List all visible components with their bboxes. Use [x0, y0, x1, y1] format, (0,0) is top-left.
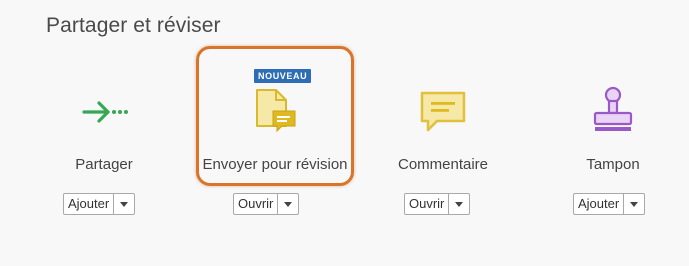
- commentaire-open-button[interactable]: Ouvrir: [405, 194, 450, 214]
- tool-label-tampon: Tampon: [586, 156, 640, 173]
- new-badge: NOUVEAU: [254, 69, 312, 83]
- chevron-down-icon: [455, 201, 464, 207]
- envoyer-dropdown-button[interactable]: [278, 194, 298, 214]
- chevron-down-icon: [120, 201, 129, 207]
- commentaire-split-button: Ouvrir: [404, 193, 471, 215]
- envoyer-split-button: Ouvrir: [233, 193, 300, 215]
- tool-label-commentaire: Commentaire: [397, 156, 489, 173]
- envoyer-open-button[interactable]: Ouvrir: [234, 194, 279, 214]
- commentaire-dropdown-button[interactable]: [449, 194, 469, 214]
- comment-icon: [413, 86, 473, 138]
- partager-split-button: Ajouter: [63, 193, 136, 215]
- tampon-split-button: Ajouter: [573, 193, 646, 215]
- chevron-down-icon: [630, 201, 639, 207]
- tampon-add-button[interactable]: Ajouter: [574, 194, 625, 214]
- tool-label-partager: Partager: [75, 156, 133, 173]
- tampon-dropdown-button[interactable]: [624, 194, 644, 214]
- share-arrow-icon: [74, 86, 134, 138]
- partager-add-button[interactable]: Ajouter: [64, 194, 115, 214]
- tool-label-envoyer: Envoyer pour révision: [202, 156, 348, 173]
- send-for-review-icon: [245, 86, 305, 138]
- stamp-icon: [583, 86, 643, 138]
- chevron-down-icon: [284, 201, 293, 207]
- section-title: Partager et réviser: [46, 14, 221, 37]
- partager-dropdown-button[interactable]: [114, 194, 134, 214]
